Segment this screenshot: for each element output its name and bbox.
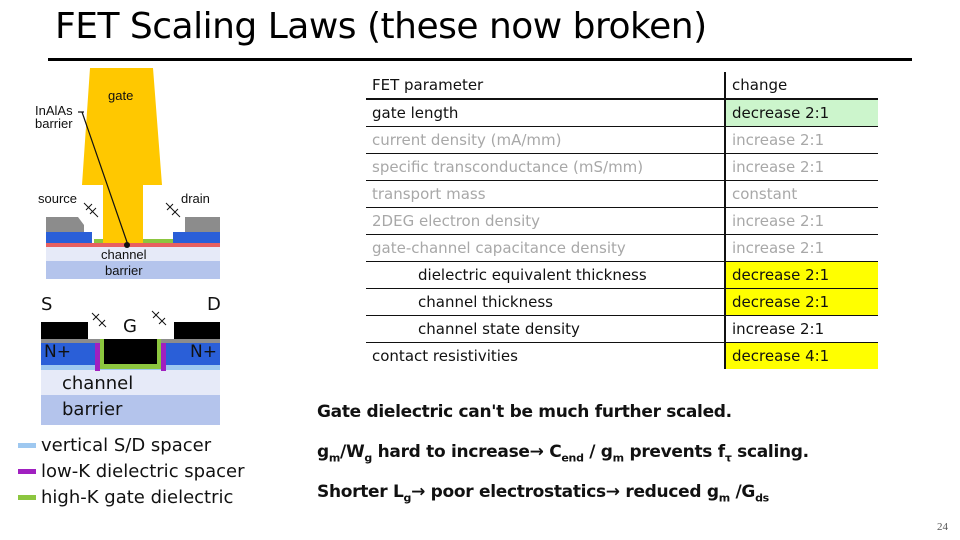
drain-metal [174, 322, 220, 339]
change-cell: decrease 4:1 [724, 342, 878, 369]
table-row: gate length decrease 2:1 [366, 99, 878, 127]
table-row: channel state density increase 2:1 [366, 315, 878, 343]
drain-capacitor-icon [151, 310, 167, 326]
subscript: m [328, 451, 341, 465]
param-cell: channel thickness [366, 288, 725, 316]
n-plus-right [173, 232, 220, 243]
table-row: gate-channel capacitance density increase… [366, 234, 878, 262]
text: scaling. [731, 442, 809, 462]
param-cell: specific transconductance (mS/mm) [366, 153, 725, 181]
legend-item-low-k: low-K dielectric spacer [18, 458, 245, 484]
param-cell: dielectric equivalent thickness [366, 261, 725, 289]
text: Shorter L [317, 482, 404, 502]
param-cell: gate length [366, 99, 725, 127]
change-cell: increase 2:1 [724, 153, 878, 181]
drain-contact [185, 217, 220, 232]
channel-label: channel [101, 247, 147, 262]
table-row: 2DEG electron density increase 2:1 [366, 207, 878, 235]
scaled-fet-diagram: S D G N+ N+ channel barrier [0, 285, 240, 435]
table-row: current density (mA/mm) increase 2:1 [366, 126, 878, 154]
table-row: channel thickness decrease 2:1 [366, 288, 878, 316]
drain-label: drain [181, 191, 210, 206]
n-plus-right-label: N+ [190, 342, 217, 362]
source-metal [41, 322, 88, 339]
d-label: D [207, 294, 221, 315]
high-k-right [142, 239, 174, 243]
change-cell: decrease 2:1 [724, 261, 878, 289]
subscript: m [718, 491, 730, 505]
gate-label: gate [108, 88, 134, 103]
change-cell: increase 2:1 [724, 315, 878, 343]
low-k-left [95, 343, 100, 371]
drain-capacitor-icon [165, 202, 181, 218]
diagram-legend: vertical S/D spacer low-K dielectric spa… [18, 432, 245, 510]
header-param: FET parameter [366, 72, 725, 100]
param-cell: transport mass [366, 180, 725, 208]
subscript: end [561, 451, 584, 465]
source-label: source [38, 191, 78, 206]
text: / g [583, 442, 613, 462]
inalas-barrier-label: barrier [35, 116, 73, 131]
change-cell: increase 2:1 [724, 126, 878, 154]
barrier-label: barrier [105, 263, 143, 278]
note-shorter-lg: Shorter Lg→ poor electrostatics→ reduced… [317, 482, 809, 522]
table-row: transport mass constant [366, 180, 878, 208]
param-cell: contact resistivities [372, 347, 518, 365]
note-gate-dielectric: Gate dielectric can't be much further sc… [317, 402, 732, 422]
header-change: change [724, 72, 878, 100]
table-header-row: FET parameter change [366, 72, 878, 100]
title-underline [48, 58, 912, 61]
subscript: g [364, 451, 372, 465]
gate-metal [104, 339, 157, 364]
n-plus-left [46, 232, 92, 243]
legend-item-vertical-spacer: vertical S/D spacer [18, 432, 245, 458]
text: /G [729, 482, 756, 502]
page-number: 24 [937, 521, 948, 533]
text: /W [340, 442, 365, 462]
subscript: ds [755, 491, 769, 505]
text: → poor electrostatics→ reduced g [411, 482, 719, 502]
subscript: g [403, 491, 412, 505]
legend-label: high-K gate dielectric [41, 486, 234, 508]
legend-swatch [18, 494, 36, 500]
hemt-cross-section-diagram: gate InAlAs barrier source drain channel… [0, 62, 240, 282]
low-k-right [161, 343, 166, 371]
legend-label: low-K dielectric spacer [41, 460, 245, 482]
change-cell: decrease 2:1 [724, 288, 878, 316]
table-row: dielectric equivalent thickness decrease … [366, 261, 878, 289]
subscript: m [612, 451, 624, 465]
channel-label: channel [62, 373, 134, 394]
subscript: τ [724, 451, 732, 465]
text: g [317, 442, 329, 462]
note-gm-wg: gm/Wg hard to increase→ Cend / gm preven… [317, 442, 809, 482]
s-label: S [41, 294, 53, 315]
source-capacitor-icon [83, 202, 99, 218]
param-cell: gate-channel capacitance density [366, 234, 725, 262]
change-cell: increase 2:1 [724, 207, 878, 235]
n-plus-left-label: N+ [44, 342, 71, 362]
table-row: contact resistivities decrease 4:1 [366, 342, 878, 369]
change-cell: decrease 2:1 [724, 99, 878, 127]
legend-swatch [18, 442, 36, 448]
barrier-label: barrier [62, 399, 123, 420]
change-cell: constant [724, 180, 878, 208]
param-cell: current density (mA/mm) [366, 126, 725, 154]
notes: Gate dielectric can't be much further sc… [317, 402, 809, 522]
change-cell: increase 2:1 [724, 234, 878, 262]
legend-label: vertical S/D spacer [41, 434, 212, 456]
legend-swatch [18, 468, 36, 474]
slide-title: FET Scaling Laws (these now broken) [55, 6, 707, 47]
text: hard to increase→ C [372, 442, 562, 462]
param-cell: channel state density [366, 315, 725, 343]
param-cell: 2DEG electron density [366, 207, 725, 235]
text: prevents f [623, 442, 725, 462]
g-label: G [123, 316, 137, 337]
table-row: specific transconductance (mS/mm) increas… [366, 153, 878, 181]
source-contact [46, 217, 84, 232]
legend-item-high-k: high-K gate dielectric [18, 484, 245, 510]
scaling-table: FET parameter change gate length decrease… [366, 72, 878, 369]
source-capacitor-icon [91, 312, 107, 328]
